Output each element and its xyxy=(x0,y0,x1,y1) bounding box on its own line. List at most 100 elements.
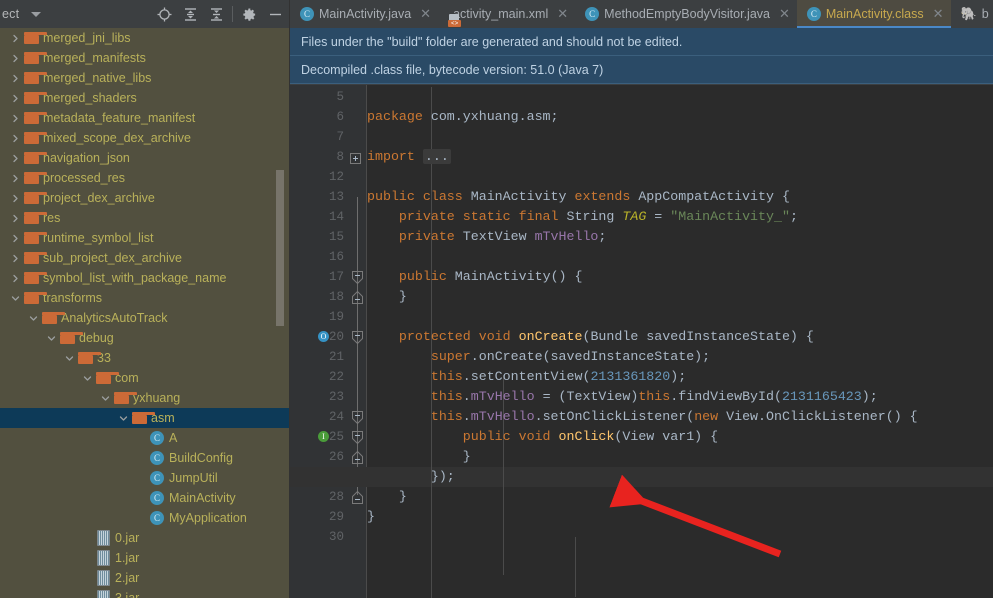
tree-file-0-jar[interactable]: 0.jar xyxy=(0,528,290,548)
close-icon[interactable]: ✕ xyxy=(557,6,568,22)
tree-file-3-jar[interactable]: 3.jar xyxy=(0,588,290,598)
tree-folder-33[interactable]: 33 xyxy=(0,348,290,368)
code-line[interactable]: super.onCreate(savedInstanceState); xyxy=(367,347,710,367)
chevron-right-icon[interactable] xyxy=(8,248,22,268)
override-method-icon[interactable]: O xyxy=(318,331,330,343)
code-token: .setOnClickListener( xyxy=(534,409,695,424)
tab-methodemptybodyvisitor-java[interactable]: C MethodEmptyBodyVisitor.java ✕ xyxy=(575,0,797,28)
chevron-down-icon[interactable] xyxy=(98,388,112,408)
code-line[interactable]: public MainActivity() { xyxy=(367,267,583,287)
tree-folder-processed-res[interactable]: processed_res xyxy=(0,168,290,188)
tree-folder-yxhuang[interactable]: yxhuang xyxy=(0,388,290,408)
fold-collapse-icon[interactable] xyxy=(352,331,363,345)
tree-file-a[interactable]: CA xyxy=(0,428,290,448)
tree-folder-res[interactable]: res xyxy=(0,208,290,228)
tab-mainactivity-java[interactable]: C MainActivity.java ✕ xyxy=(290,0,438,28)
tree-folder-merged-native-libs[interactable]: merged_native_libs xyxy=(0,68,290,88)
fold-collapse-icon[interactable] xyxy=(352,431,363,445)
code-line[interactable]: import ... xyxy=(367,147,451,167)
code-line[interactable]: package com.yxhuang.asm; xyxy=(367,107,559,127)
project-file-tree[interactable]: merged_jni_libs merged_manifests merged_na… xyxy=(0,28,290,598)
code-line[interactable]: public void onClick(View var1) { xyxy=(367,427,718,447)
fold-region-end-icon[interactable] xyxy=(352,450,363,464)
fold-expand-icon[interactable] xyxy=(350,151,361,164)
tree-file-myapplication[interactable]: C MyApplication xyxy=(0,508,290,528)
expand-all-icon[interactable] xyxy=(177,1,203,27)
tree-folder-runtime-symbol-list[interactable]: runtime_symbol_list xyxy=(0,228,290,248)
chevron-down-icon[interactable] xyxy=(8,288,22,308)
gear-icon[interactable] xyxy=(236,1,262,27)
tree-file-2-jar[interactable]: 2.jar xyxy=(0,568,290,588)
code-line[interactable]: this.mTvHello = (TextView)this.findViewB… xyxy=(367,387,878,407)
code-line[interactable]: } xyxy=(367,507,375,527)
code-line[interactable]: } xyxy=(367,447,471,467)
tree-folder-analyticsautotrack[interactable]: AnalyticsAutoTrack xyxy=(0,308,290,328)
chevron-right-icon[interactable] xyxy=(8,168,22,188)
code-line[interactable]: this.mTvHello.setOnClickListener(new Vie… xyxy=(367,407,918,427)
tree-folder-symbol-list-with-package-name[interactable]: symbol_list_with_package_name xyxy=(0,268,290,288)
chevron-down-icon[interactable] xyxy=(116,408,130,428)
tree-file-mainactivity[interactable]: C MainActivity xyxy=(0,488,290,508)
chevron-down-icon[interactable] xyxy=(31,11,42,17)
tab-mainactivity-class[interactable]: C MainActivity.class ✕ xyxy=(796,0,951,28)
editor-gutter[interactable]: 5678121314151617181920212223242526272829… xyxy=(290,85,350,598)
editor-code-area[interactable]: package com.yxhuang.asm; import ... public… xyxy=(290,85,993,598)
tree-folder-project-dex-archive[interactable]: project_dex_archive xyxy=(0,188,290,208)
tree-folder-metadata-feature-manifest[interactable]: metadata_feature_manifest xyxy=(0,108,290,128)
tree-folder-debug[interactable]: debug xyxy=(0,328,290,348)
chevron-right-icon[interactable] xyxy=(8,128,22,148)
fold-region-end-icon[interactable] xyxy=(352,490,363,504)
tree-folder-com[interactable]: com xyxy=(0,368,290,388)
tree-folder-asm[interactable]: asm xyxy=(0,408,290,428)
close-icon[interactable]: ✕ xyxy=(779,6,790,22)
code-line[interactable]: }); xyxy=(367,467,455,487)
chevron-right-icon[interactable] xyxy=(8,88,22,108)
tree-folder-sub-project-dex-archive[interactable]: sub_project_dex_archive xyxy=(0,248,290,268)
chevron-down-icon[interactable] xyxy=(62,348,76,368)
project-title-dropdown[interactable]: ect xyxy=(0,7,42,21)
editor-tab-bar[interactable]: C MainActivity.java ✕ <> activity_main.xml ✕ C… xyxy=(290,0,993,28)
code-editor[interactable]: 5678121314151617181920212223242526272829… xyxy=(290,85,993,598)
code-line[interactable]: public class MainActivity extends AppCom… xyxy=(367,187,790,207)
code-line[interactable]: } xyxy=(367,287,407,307)
tree-folder-merged-jni-libs[interactable]: merged_jni_libs xyxy=(0,28,290,48)
tree-file-1-jar[interactable]: 1.jar xyxy=(0,548,290,568)
chevron-right-icon[interactable] xyxy=(8,48,22,68)
chevron-right-icon[interactable] xyxy=(8,68,22,88)
chevron-right-icon[interactable] xyxy=(8,188,22,208)
tree-folder-merged-shaders[interactable]: merged_shaders xyxy=(0,88,290,108)
editor-fold-strip[interactable] xyxy=(350,85,367,598)
chevron-down-icon[interactable] xyxy=(26,308,40,328)
tree-folder-navigation-json[interactable]: navigation_json xyxy=(0,148,290,168)
fold-collapse-icon[interactable] xyxy=(352,271,363,285)
chevron-right-icon[interactable] xyxy=(8,148,22,168)
tree-folder-merged-manifests[interactable]: merged_manifests xyxy=(0,48,290,68)
fold-region-end-icon[interactable] xyxy=(352,290,363,304)
chevron-right-icon[interactable] xyxy=(8,108,22,128)
collapse-all-icon[interactable] xyxy=(203,1,229,27)
chevron-down-icon[interactable] xyxy=(80,368,94,388)
locate-target-icon[interactable] xyxy=(151,1,177,27)
tree-file-jumputil[interactable]: C JumpUtil xyxy=(0,468,290,488)
code-line[interactable]: private static final String TAG = "MainA… xyxy=(367,207,798,227)
code-line[interactable]: protected void onCreate(Bundle savedInst… xyxy=(367,327,814,347)
tree-folder-transforms[interactable]: transforms xyxy=(0,288,290,308)
tab-activity-main-xml[interactable]: <> activity_main.xml ✕ xyxy=(438,0,575,28)
implements-method-icon[interactable]: I xyxy=(318,431,330,443)
chevron-down-icon[interactable] xyxy=(44,328,58,348)
chevron-right-icon[interactable] xyxy=(8,228,22,248)
tab-b[interactable]: 🐘 b xyxy=(951,0,993,28)
tree-folder-mixed-scope-dex-archive[interactable]: mixed_scope_dex_archive xyxy=(0,128,290,148)
code-line[interactable]: } xyxy=(367,487,407,507)
close-icon[interactable]: ✕ xyxy=(933,6,944,22)
chevron-right-icon[interactable] xyxy=(8,28,22,48)
fold-collapse-icon[interactable] xyxy=(352,411,363,425)
chevron-right-icon[interactable] xyxy=(8,208,22,228)
chevron-right-icon[interactable] xyxy=(8,268,22,288)
code-line[interactable]: private TextView mTvHello; xyxy=(367,227,606,247)
tree-file-buildconfig[interactable]: C BuildConfig xyxy=(0,448,290,468)
project-tree-scrollbar[interactable] xyxy=(276,170,284,326)
code-line[interactable]: this.setContentView(2131361820); xyxy=(367,367,686,387)
close-icon[interactable]: ✕ xyxy=(420,6,431,22)
minimize-icon[interactable] xyxy=(262,1,288,27)
